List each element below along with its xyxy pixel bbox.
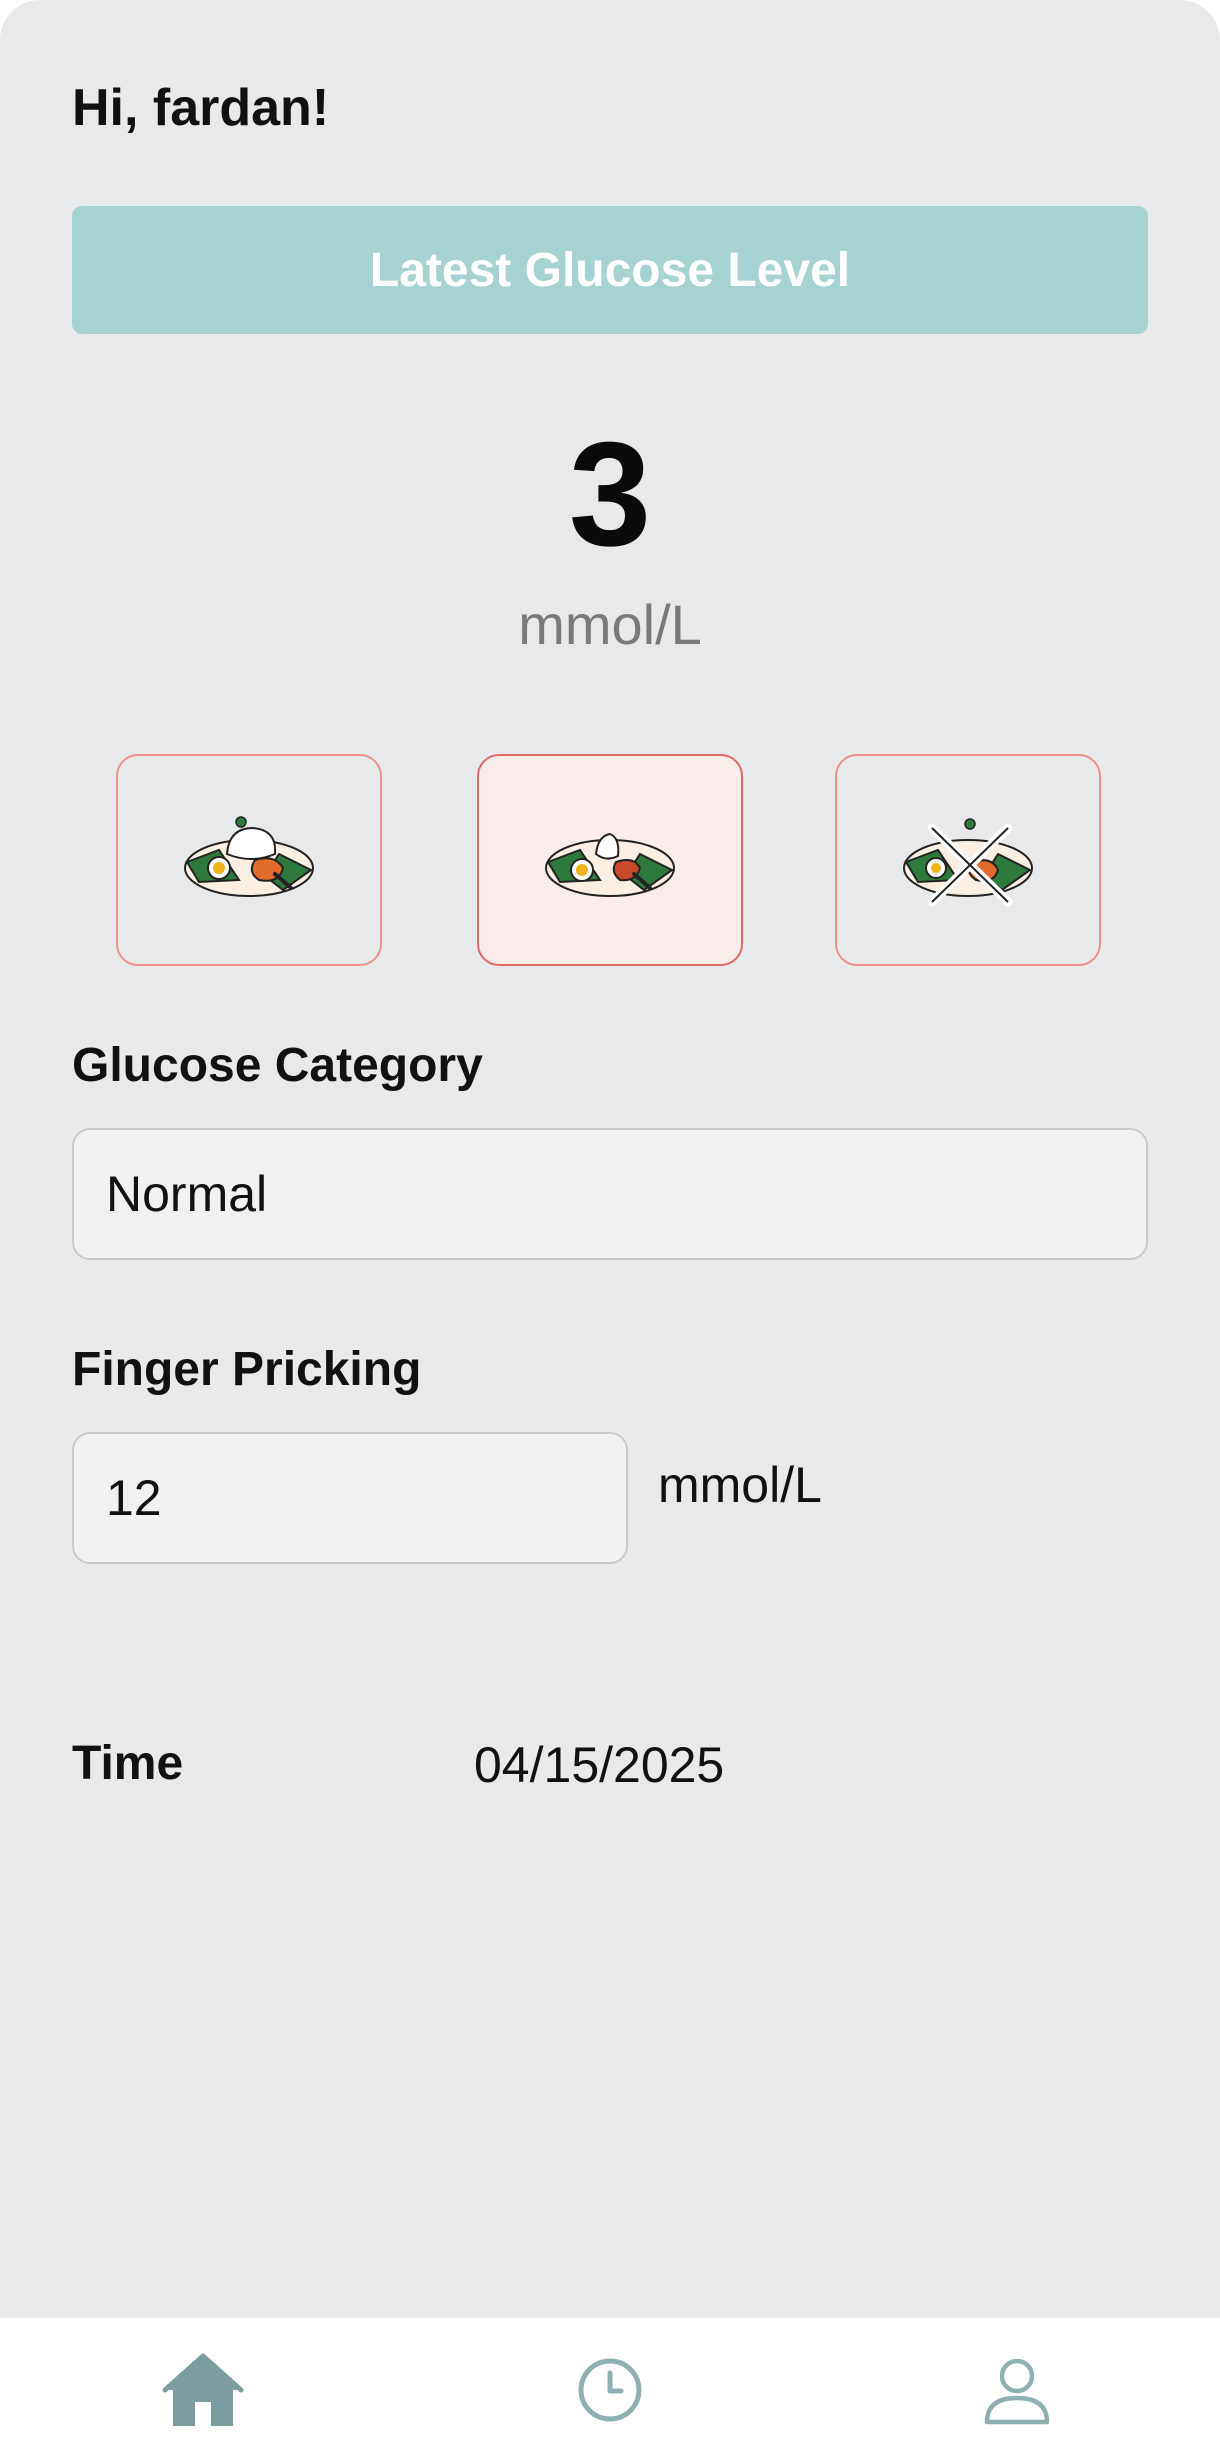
- meal-option-none-button[interactable]: [835, 754, 1101, 966]
- glucose-category-field[interactable]: Normal: [72, 1128, 1148, 1260]
- meal-option-before-button[interactable]: [116, 754, 382, 966]
- bottom-nav: [0, 2318, 1220, 2462]
- glucose-category-label: Glucose Category: [72, 1039, 483, 1092]
- home-icon: [162, 2353, 244, 2426]
- glucose-category-value: Normal: [106, 1166, 268, 1222]
- finger-pricking-label: Finger Pricking: [72, 1343, 422, 1396]
- glucose-value: 3: [568, 412, 652, 577]
- meal-plate-none-icon: [903, 818, 1033, 907]
- time-value[interactable]: 04/15/2025: [474, 1736, 724, 1794]
- meal-plate-after-icon: [545, 832, 675, 897]
- history-icon: [578, 2358, 642, 2422]
- finger-pricking-unit: mmol/L: [658, 1457, 822, 1513]
- glucose-unit: mmol/L: [518, 593, 702, 656]
- home-screen: Hi, fardan! Latest Glucose Level 3 mmol/…: [0, 0, 1220, 2318]
- nav-history-button[interactable]: [560, 2340, 660, 2440]
- latest-glucose-banner-label: Latest Glucose Level: [369, 243, 851, 297]
- finger-pricking-value: 12: [106, 1470, 162, 1526]
- profile-icon: [984, 2358, 1050, 2425]
- nav-home-button[interactable]: [153, 2340, 253, 2440]
- meal-option-after-button[interactable]: [477, 754, 743, 966]
- nav-profile-button[interactable]: [967, 2340, 1067, 2440]
- greeting-title: Hi, fardan!: [72, 79, 330, 137]
- finger-pricking-input[interactable]: 12: [72, 1432, 628, 1564]
- latest-glucose-banner: Latest Glucose Level: [72, 206, 1148, 334]
- meal-plate-before-icon: [184, 816, 314, 897]
- time-label: Time: [72, 1737, 184, 1790]
